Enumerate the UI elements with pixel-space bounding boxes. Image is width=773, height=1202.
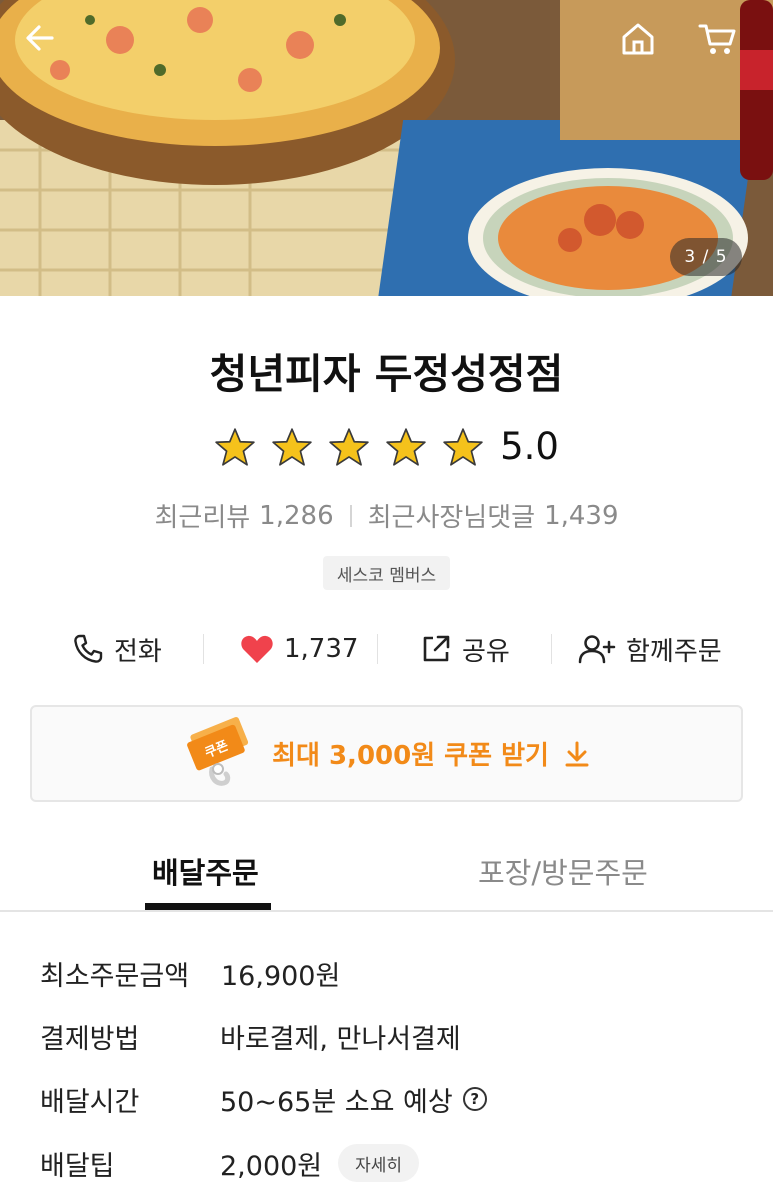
tab-pickup[interactable]: 포장/방문주문 bbox=[478, 850, 648, 892]
divider bbox=[203, 634, 204, 664]
star-rating bbox=[214, 426, 484, 468]
star-icon bbox=[386, 427, 426, 466]
delivery-tip-row: 배달팁 2,000원 자세히 bbox=[0, 1140, 773, 1186]
coupon-icon: 쿠폰 bbox=[187, 716, 249, 786]
star-icon bbox=[443, 427, 483, 466]
owner-replies-label: 최근사장님댓글 bbox=[367, 503, 536, 533]
action-row: 전화 1,737 공유 함께주문 bbox=[0, 626, 773, 672]
cart-button[interactable] bbox=[697, 20, 749, 72]
image-counter: 3 / 5 bbox=[670, 238, 742, 276]
divider bbox=[377, 634, 378, 664]
phone-icon bbox=[74, 634, 103, 663]
share-label: 공유 bbox=[462, 636, 510, 667]
recent-reviews-count: 1,286 bbox=[259, 500, 334, 531]
delivery-time-group: 50~65분 소요 예상 ? bbox=[220, 1080, 487, 1119]
active-tab-indicator bbox=[145, 903, 271, 910]
coupon-download-button[interactable]: 쿠폰 최대 3,000원 쿠폰 받기 bbox=[30, 705, 743, 802]
arrow-left-icon bbox=[26, 25, 54, 51]
home-icon bbox=[622, 23, 654, 55]
rating-row: 5.0 bbox=[0, 425, 773, 468]
min-order-row: 최소주문금액 16,900원 bbox=[0, 950, 773, 996]
download-arrow-icon bbox=[565, 741, 589, 766]
delivery-time-row: 배달시간 50~65분 소요 예상 ? bbox=[0, 1076, 773, 1122]
delivery-time-label: 배달시간 bbox=[40, 1086, 140, 1118]
share-icon bbox=[423, 635, 450, 662]
cesco-badge: 세스코 멤버스 bbox=[323, 556, 450, 590]
divider bbox=[349, 504, 352, 527]
add-person-icon bbox=[578, 635, 616, 664]
group-order-label: 함께주문 bbox=[626, 636, 722, 667]
star-icon bbox=[215, 427, 255, 466]
like-count: 1,737 bbox=[284, 634, 359, 664]
recent-reviews-label: 최근리뷰 bbox=[154, 503, 251, 533]
heart-icon bbox=[241, 635, 273, 663]
owner-replies-count: 1,439 bbox=[544, 500, 619, 531]
store-name: 청년피자 두정성정점 bbox=[209, 350, 564, 398]
tab-delivery[interactable]: 배달주문 bbox=[152, 850, 259, 892]
delivery-tip-label: 배달팁 bbox=[40, 1150, 115, 1182]
call-label: 전화 bbox=[114, 636, 162, 667]
star-icon bbox=[272, 427, 312, 466]
group-order-button[interactable]: 함께주문 bbox=[578, 626, 722, 672]
review-stats[interactable]: 최근리뷰 1,286 최근사장님댓글 1,439 bbox=[0, 497, 773, 534]
share-button[interactable]: 공유 bbox=[420, 626, 510, 672]
delivery-time-value: 50~65분 소요 예상 bbox=[220, 1086, 453, 1118]
call-button[interactable]: 전화 bbox=[72, 626, 162, 672]
coupon-label: 최대 3,000원 쿠폰 받기 bbox=[272, 741, 549, 771]
delivery-tip-value: 2,000원 bbox=[220, 1150, 323, 1182]
like-button[interactable]: 1,737 bbox=[240, 626, 358, 672]
help-icon[interactable]: ? bbox=[462, 1087, 487, 1111]
order-type-tabs: 배달주문 포장/방문주문 bbox=[0, 840, 773, 912]
payment-row: 결제방법 바로결제, 만나서결제 bbox=[0, 1013, 773, 1059]
rating-value: 5.0 bbox=[500, 425, 559, 468]
min-order-value: 16,900원 bbox=[221, 960, 341, 992]
delivery-tip-group: 2,000원 자세히 bbox=[220, 1144, 420, 1183]
payment-value: 바로결제, 만나서결제 bbox=[220, 1023, 461, 1055]
store-hero-image[interactable]: 3 / 5 bbox=[0, 0, 773, 296]
divider bbox=[551, 634, 552, 664]
home-button[interactable] bbox=[619, 20, 671, 72]
cart-icon bbox=[698, 24, 736, 54]
back-button[interactable] bbox=[22, 20, 74, 72]
tip-detail-button[interactable]: 자세히 bbox=[338, 1144, 420, 1182]
star-icon bbox=[329, 427, 369, 466]
payment-label: 결제방법 bbox=[40, 1023, 140, 1055]
min-order-label: 최소주문금액 bbox=[40, 960, 190, 992]
